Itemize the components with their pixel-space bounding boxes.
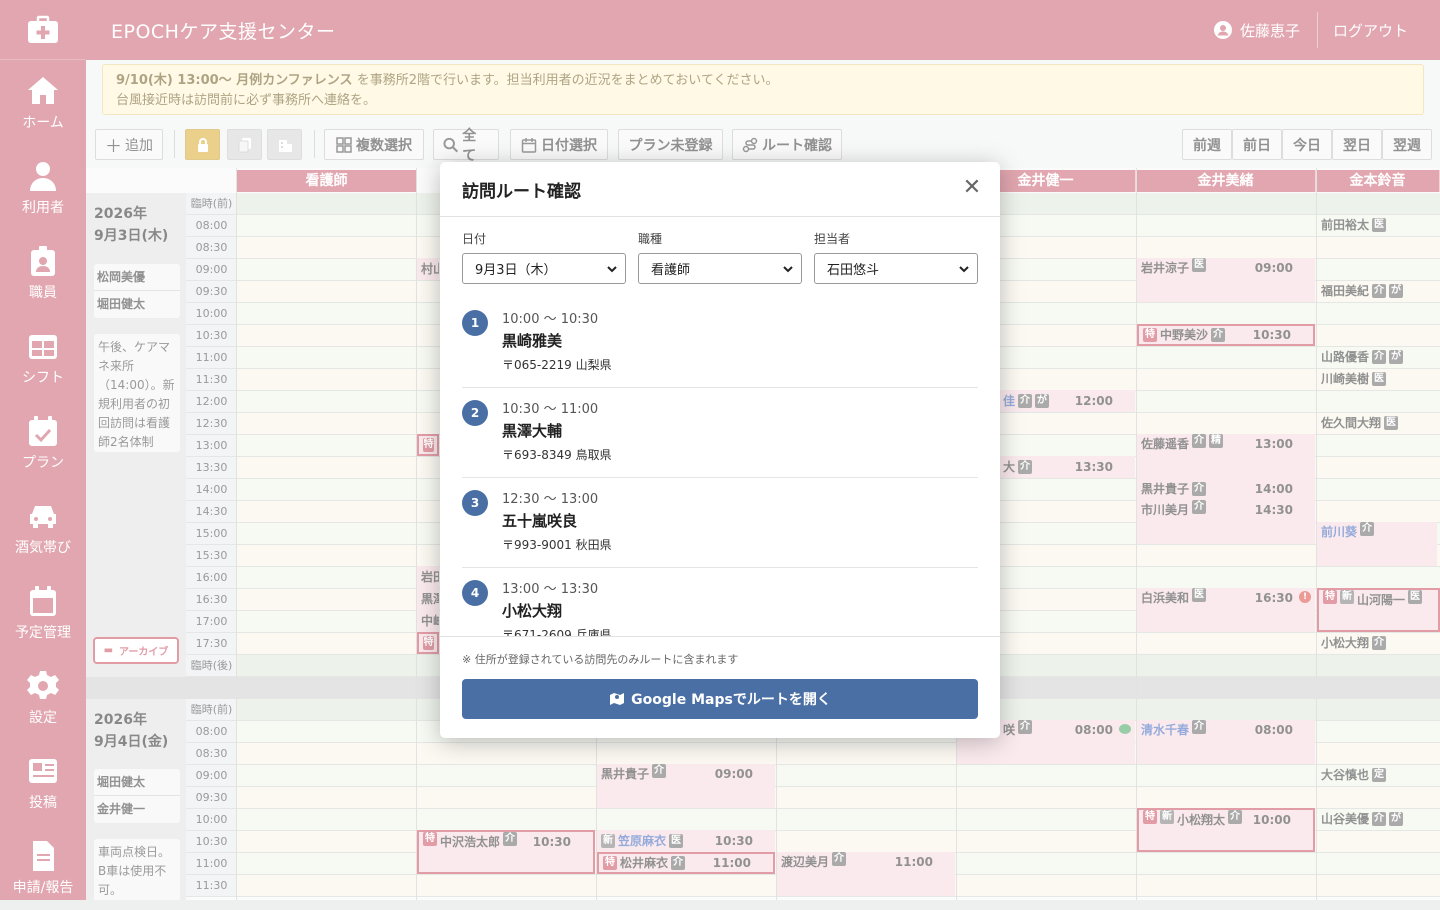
route-address: 〒065-2219 山梨県 (502, 358, 612, 372)
route-client-name: 五十嵐咲良 (502, 512, 578, 530)
route-item: 4 13:00 〜 13:30 小松大翔 〒671-2609 兵庫県 (462, 568, 978, 636)
modal-footer: ※ 住所が登録されている訪問先のみルートに含まれます Google Mapsでル… (440, 636, 1000, 738)
route-filters: 日付 9月3日（木） 職種 看護師 担当者 石田悠斗 (462, 230, 978, 284)
date-select[interactable]: 9月3日（木） (462, 253, 626, 284)
chevron-down-icon (607, 266, 617, 273)
close-icon[interactable]: ✕ (962, 177, 982, 199)
route-item: 3 12:30 〜 13:00 五十嵐咲良 〒993-9001 秋田県 (462, 478, 978, 568)
route-address: 〒671-2609 兵庫県 (502, 628, 612, 636)
open-google-maps-button[interactable]: Google Mapsでルートを開く (462, 679, 978, 719)
route-list[interactable]: 1 10:00 〜 10:30 黒崎雅美 〒065-2219 山梨県 2 10:… (462, 298, 978, 636)
route-time: 10:00 〜 10:30 (502, 312, 599, 327)
route-address: 〒693-8349 鳥取県 (502, 448, 612, 462)
route-client-name: 黒崎雅美 (502, 332, 563, 350)
route-item: 2 10:30 〜 11:00 黒澤大輔 〒693-8349 鳥取県 (462, 388, 978, 478)
chevron-down-icon (783, 266, 793, 273)
route-number: 2 (462, 400, 488, 426)
job-filter: 職種 看護師 (638, 230, 802, 284)
route-time: 12:30 〜 13:00 (502, 492, 599, 507)
route-item: 1 10:00 〜 10:30 黒崎雅美 〒065-2219 山梨県 (462, 298, 978, 388)
route-check-modal: 訪問ルート確認 ✕ 日付 9月3日（木） 職種 看護師 担当者 石田悠斗 1 1… (440, 162, 1000, 738)
route-note: ※ 住所が登録されている訪問先のみルートに含まれます (462, 653, 739, 666)
chevron-down-icon (959, 266, 969, 273)
job-filter-label: 職種 (638, 232, 663, 246)
route-number: 3 (462, 490, 488, 516)
route-client-name: 小松大翔 (502, 602, 563, 620)
modal-title: 訪問ルート確認 (462, 181, 581, 202)
map-icon (610, 693, 625, 705)
route-time: 10:30 〜 11:00 (502, 402, 599, 417)
date-filter-label: 日付 (462, 232, 487, 246)
route-number: 4 (462, 580, 488, 606)
staff-filter-label: 担当者 (814, 232, 851, 246)
job-select[interactable]: 看護師 (638, 253, 802, 284)
route-client-name: 黒澤大輔 (502, 422, 563, 440)
route-number: 1 (462, 310, 488, 336)
route-address: 〒993-9001 秋田県 (502, 538, 612, 552)
staff-filter: 担当者 石田悠斗 (814, 230, 978, 284)
route-time: 13:00 〜 13:30 (502, 582, 599, 597)
staff-select[interactable]: 石田悠斗 (814, 253, 978, 284)
modal-header: 訪問ルート確認 (440, 162, 1000, 217)
date-filter: 日付 9月3日（木） (462, 230, 626, 284)
